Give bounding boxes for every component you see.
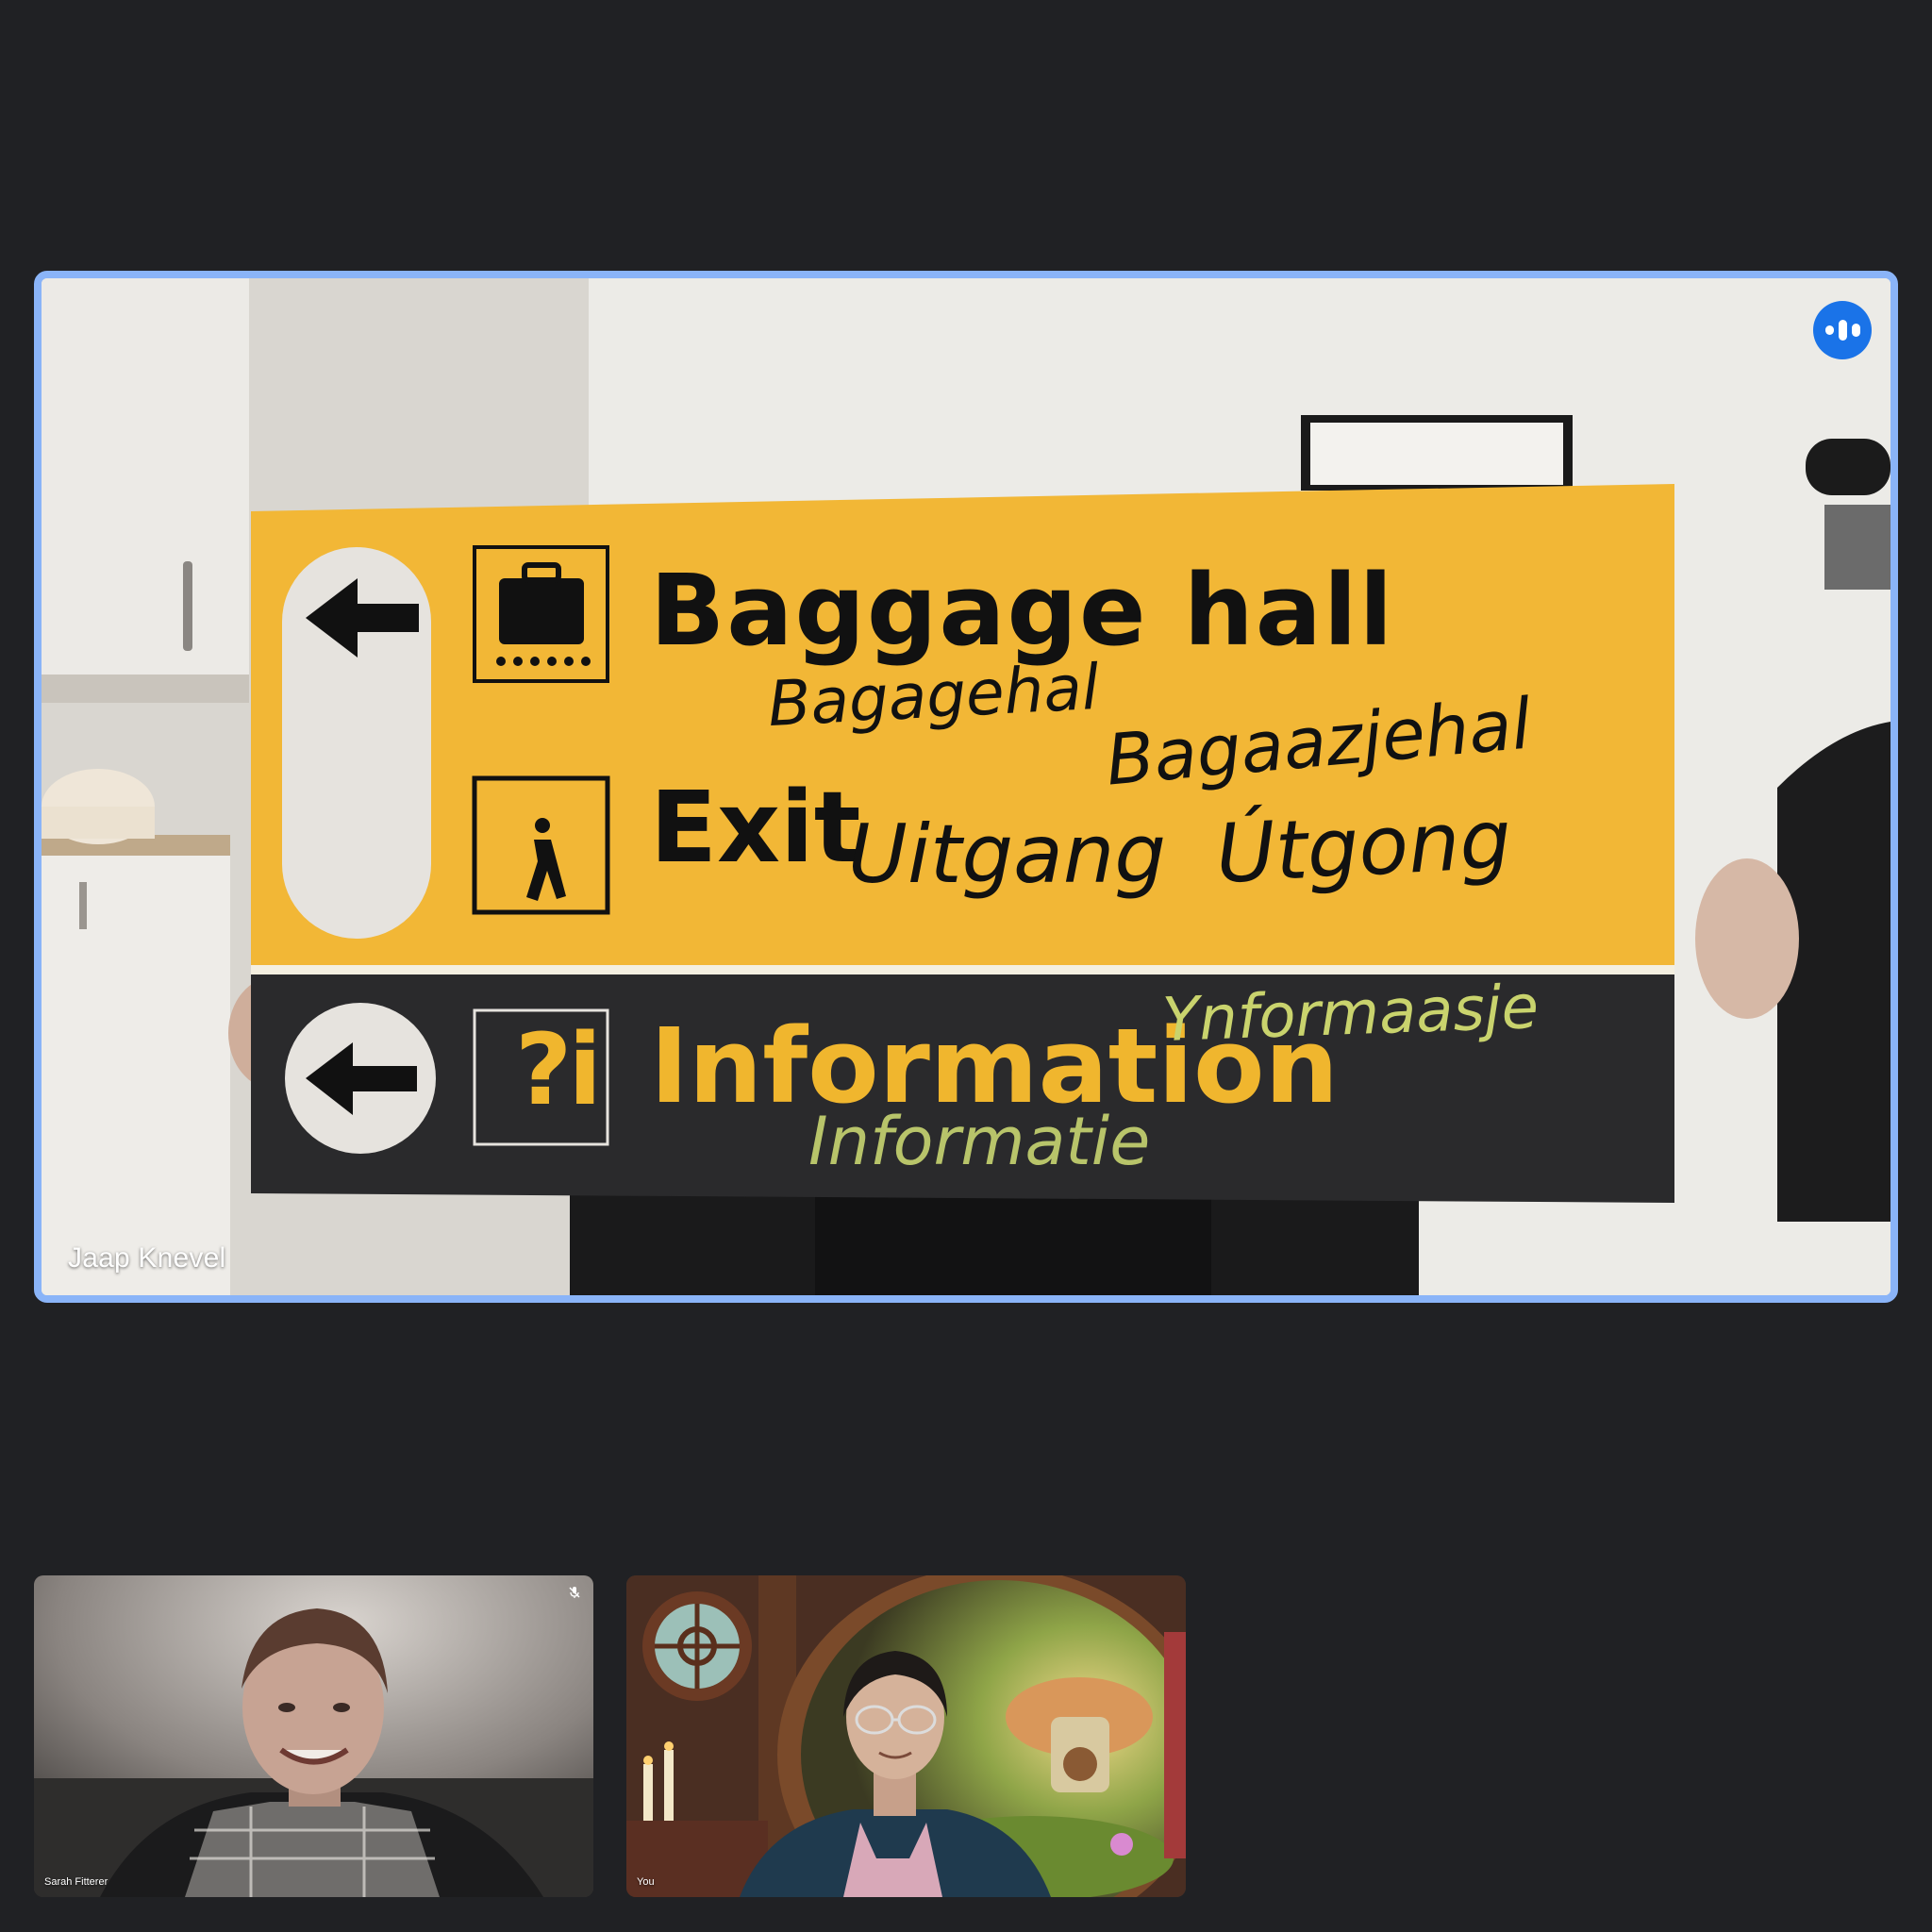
- audio-bar: [1851, 324, 1860, 337]
- participant-tile-self[interactable]: You: [626, 1575, 1186, 1897]
- sign-uitgang-handwritten: Uitgang: [848, 808, 1166, 902]
- participant-video-feed: [34, 1575, 593, 1897]
- audio-bar: [1838, 320, 1847, 341]
- participant-name-label: Sarah Fitterer: [44, 1876, 108, 1888]
- self-video-feed: [626, 1575, 1186, 1897]
- mic-off-icon: [569, 1587, 580, 1598]
- participant-name-label: Jaap Knevel: [68, 1242, 226, 1274]
- audio-level-icon: [1813, 301, 1872, 359]
- sign-utgong-handwritten: Útgong: [1213, 791, 1514, 903]
- sign-informatie-handwritten: Informatie: [808, 1103, 1151, 1180]
- participant-tile-sarah[interactable]: Sarah Fitterer: [34, 1575, 593, 1897]
- sign-exit-text: Exit: [650, 770, 861, 885]
- sign-baggage-hall-text: Baggage hall: [650, 553, 1395, 668]
- main-speaker-tile[interactable]: Baggage hall Bagagehal Bagaazjehal Exit …: [34, 271, 1898, 1303]
- audio-bar: [1824, 325, 1834, 335]
- meeting-stage: Baggage hall Bagagehal Bagaazjehal Exit …: [0, 0, 1932, 1932]
- participant-name-label: You: [637, 1876, 655, 1888]
- sign-ynformaasje-handwritten: Ynformaasje: [1160, 973, 1541, 1056]
- sign-info-symbol: ?i: [515, 1012, 602, 1127]
- sign-bagagehal-handwritten: Bagagehal: [766, 650, 1101, 741]
